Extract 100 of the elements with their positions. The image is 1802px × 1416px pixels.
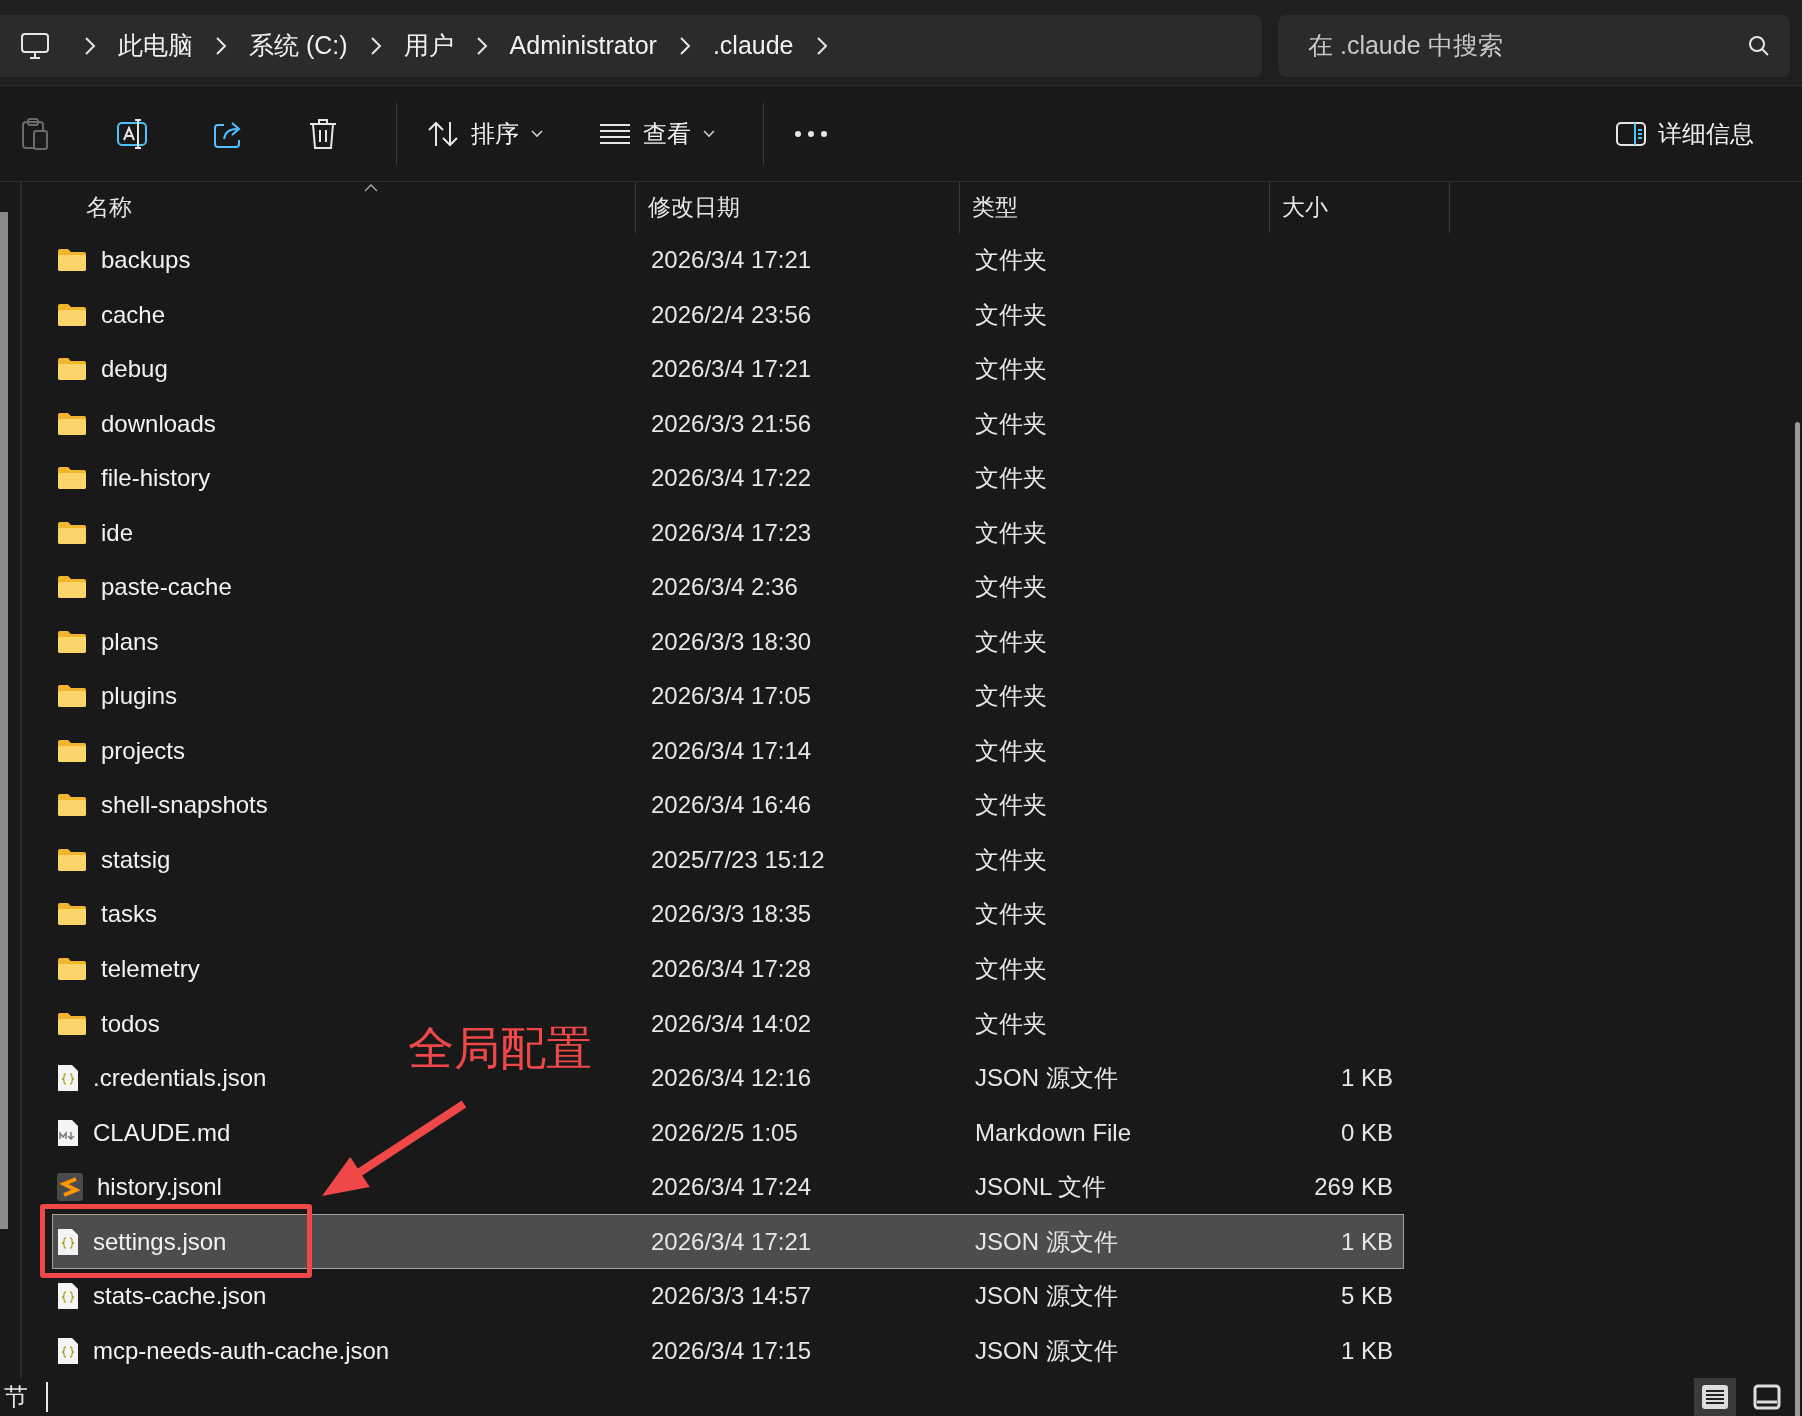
file-name: downloads [101, 409, 216, 438]
chevron-icon [815, 35, 828, 56]
date-cell-text: 2026/3/3 18:35 [650, 900, 813, 929]
date-cell-text: 2026/3/3 14:57 [650, 1282, 813, 1311]
breadcrumb[interactable]: 用户 [381, 29, 476, 62]
chevron-icon [369, 35, 382, 56]
view-button[interactable]: 查看 [591, 105, 723, 162]
file-name: debug [101, 355, 168, 384]
search-box[interactable]: 在 .claude 中搜索 [1278, 14, 1790, 77]
folder-icon [57, 1011, 87, 1036]
chevron-icon [475, 35, 488, 56]
sort-button[interactable]: 排序 [419, 105, 551, 162]
column-header[interactable]: 类型 [960, 182, 1270, 234]
file-name: mcp-needs-auth-cache.json [93, 1336, 390, 1365]
breadcrumb[interactable]: Administrator [487, 31, 679, 60]
file-name: stats-cache.json [93, 1282, 267, 1311]
breadcrumb[interactable]: .claude [690, 31, 816, 60]
rename-icon [116, 117, 150, 150]
date-cell-text: 2026/3/4 17:21 [650, 1227, 813, 1256]
folder-icon [57, 793, 87, 818]
date-cell-text: 2026/3/4 17:05 [650, 682, 813, 711]
folder-icon [57, 302, 87, 327]
type-cell-text: JSON 源文件 [974, 1335, 1119, 1366]
json-file-icon [57, 1282, 79, 1311]
scrollbar[interactable] [1795, 422, 1800, 1416]
file-name: .credentials.json [93, 1064, 267, 1093]
size-cell-text: 1 KB [1340, 1227, 1394, 1256]
details-view-button[interactable] [1694, 1378, 1736, 1416]
folder-icon [57, 248, 87, 273]
breadcrumb[interactable]: 系统 (C:) [227, 29, 370, 62]
type-cell-text: 文件夹 [974, 299, 1048, 330]
date-cell-text: 2026/3/4 16:46 [650, 791, 813, 820]
markdown-file-icon [57, 1118, 79, 1147]
date-cell-text: 2026/3/4 17:21 [650, 246, 813, 275]
address-bar[interactable]: 此电脑 系统 (C:) 用户 Administrator .claude [0, 14, 1262, 77]
file-s-icon [57, 1173, 83, 1202]
file-name: tasks [101, 900, 157, 929]
clipboard-icon [20, 116, 50, 151]
file-name: history.jsonl [97, 1173, 222, 1202]
search-icon [1748, 34, 1770, 57]
sort-caret-icon [364, 184, 378, 192]
column-header[interactable]: 名称 [22, 182, 636, 234]
file-name: plans [101, 627, 159, 656]
file-name: projects [101, 736, 186, 765]
date-cell-text: 2026/3/4 17:21 [650, 355, 813, 384]
search-field[interactable]: 在 .claude 中搜索 [1306, 30, 1726, 61]
size-cell-text: 5 KB [1340, 1282, 1394, 1311]
file-name: paste-cache [101, 573, 232, 602]
caret-icon [703, 129, 715, 138]
folder-icon [57, 520, 87, 545]
folder-icon [57, 466, 87, 491]
type-cell-text: JSON 源文件 [974, 1063, 1119, 1094]
date-cell-text: 2026/3/3 21:56 [650, 409, 813, 438]
folder-icon [57, 684, 87, 709]
type-cell-text: 文件夹 [974, 463, 1048, 494]
chevron-icon [678, 35, 691, 56]
type-cell-text: 文件夹 [974, 626, 1048, 657]
date-cell-text: 2026/3/4 17:23 [650, 518, 813, 547]
file-name: CLAUDE.md [93, 1118, 231, 1147]
json-file-icon [57, 1336, 79, 1365]
chevron-icon [215, 35, 227, 56]
details-pane-icon [1616, 121, 1646, 146]
type-cell-text: 文件夹 [974, 844, 1048, 875]
type-cell-text: 文件夹 [974, 517, 1048, 548]
date-cell-text: 2026/3/4 14:02 [650, 1009, 813, 1038]
file-name: ide [101, 518, 134, 547]
folder-icon [57, 902, 87, 927]
more-icon [794, 129, 828, 138]
type-cell-text: 文件夹 [974, 1008, 1048, 1039]
date-cell-text: 2026/3/4 12:16 [650, 1064, 813, 1093]
file-name: statsig [101, 845, 171, 874]
file-name: cache [101, 300, 166, 329]
breadcrumb[interactable]: 此电脑 [96, 29, 215, 62]
type-cell-text: Markdown File [974, 1118, 1133, 1147]
folder-icon [57, 629, 87, 654]
computer-icon [20, 31, 50, 60]
trash-icon [308, 117, 338, 150]
size-cell-text: 1 KB [1340, 1064, 1394, 1093]
type-cell-text: JSON 源文件 [974, 1281, 1119, 1312]
list-view-icon [599, 122, 631, 145]
type-cell-text: 文件夹 [974, 954, 1048, 984]
folder-icon [57, 411, 87, 436]
selected-file-row[interactable]: settings.json 2026/3/4 17:21 JSON 源文件 1 KB [52, 1214, 1404, 1269]
type-cell-text: 文件夹 [974, 408, 1048, 439]
type-cell-text: JSONL 文件 [974, 1172, 1108, 1203]
details-pane-button[interactable]: 详细信息 [1608, 105, 1762, 162]
type-cell-text: 文件夹 [974, 735, 1048, 766]
type-cell-text: 文件夹 [974, 681, 1048, 712]
folder-icon [57, 575, 87, 600]
column-header[interactable]: 修改日期 [636, 182, 960, 234]
file-name: settings.json [93, 1227, 227, 1256]
date-cell-text: 2026/3/4 17:22 [650, 464, 813, 493]
type-cell-text: 文件夹 [974, 245, 1048, 276]
file-name: telemetry [101, 955, 200, 983]
date-cell-text: 2025/7/23 15:12 [650, 845, 826, 874]
size-cell-text: 0 KB [1340, 1118, 1394, 1147]
scrollbar[interactable] [0, 212, 8, 1229]
column-header[interactable]: 大小 [1270, 182, 1450, 234]
sort-icon [427, 119, 459, 148]
date-cell-text: 2026/3/4 17:14 [650, 736, 813, 765]
